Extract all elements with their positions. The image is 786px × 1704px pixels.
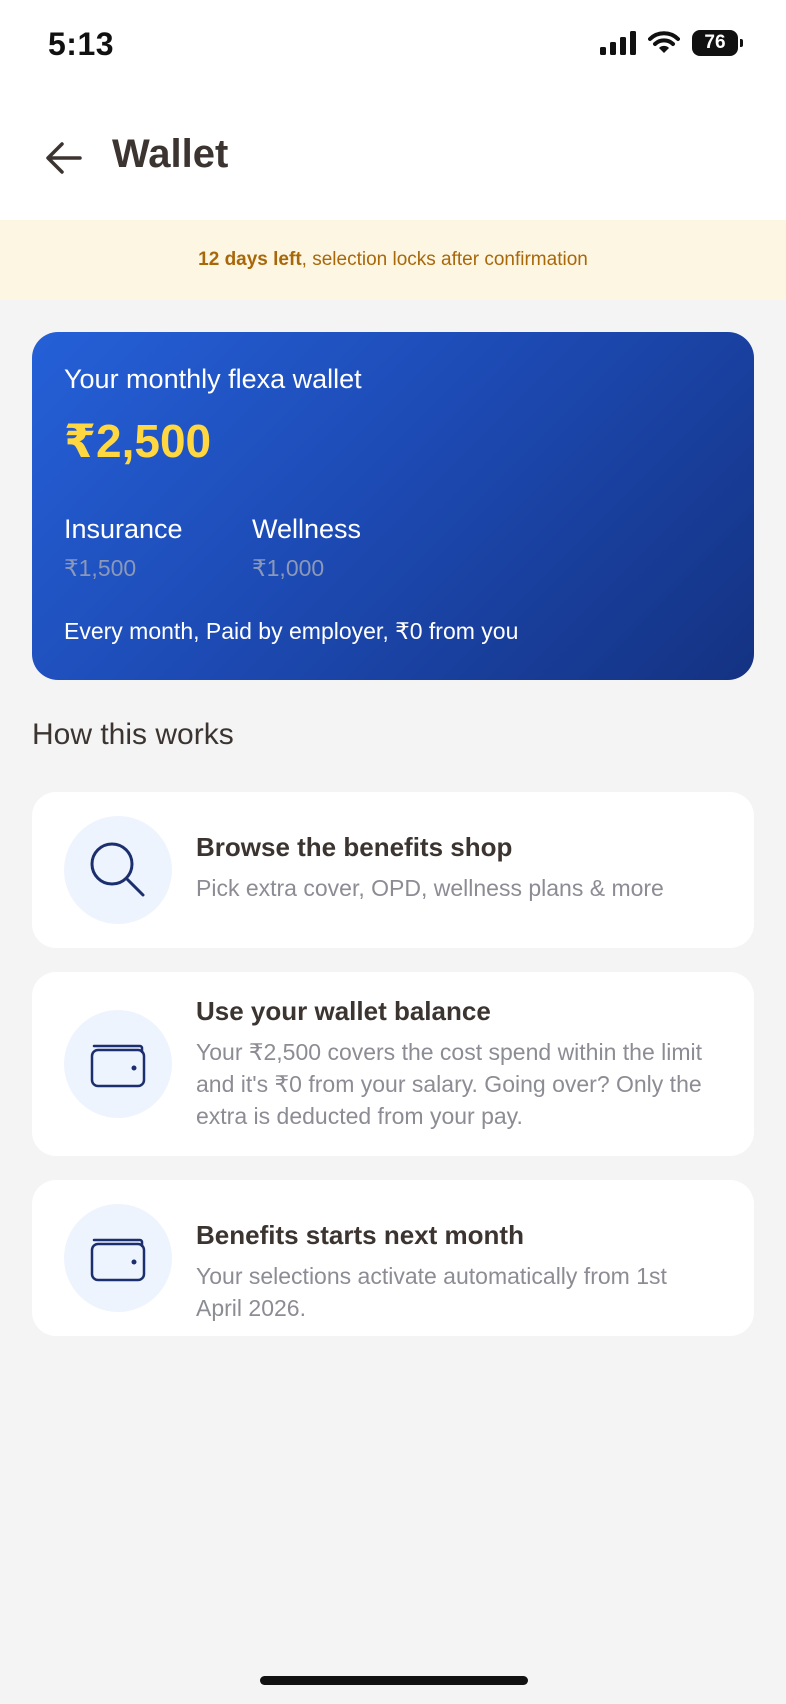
step-title: Benefits starts next month bbox=[196, 1220, 524, 1250]
wallet-amount: ₹2,500 bbox=[64, 415, 212, 467]
wallet-breakdown-insurance: Insurance ₹1,500 bbox=[64, 514, 183, 582]
status-icons: 76 bbox=[600, 30, 743, 56]
page-title: Wallet bbox=[112, 132, 229, 176]
home-indicator[interactable] bbox=[260, 1676, 528, 1685]
back-button[interactable] bbox=[36, 128, 92, 188]
step-description: Your selections activate automatically f… bbox=[196, 1263, 667, 1321]
app-bar: Wallet bbox=[0, 96, 786, 220]
wallet-icon bbox=[64, 1010, 172, 1118]
breakdown-label: Wellness bbox=[252, 514, 362, 544]
step-card-benefits-start: Benefits starts next month Your selectio… bbox=[32, 1180, 754, 1336]
status-time: 5:13 bbox=[48, 26, 115, 62]
step-title: Browse the benefits shop bbox=[196, 832, 513, 862]
cellular-signal-icon bbox=[600, 31, 636, 55]
wifi-icon bbox=[648, 31, 680, 53]
breakdown-value: ₹1,500 bbox=[64, 555, 137, 581]
wallet-icon bbox=[64, 1204, 172, 1312]
step-card-browse: Browse the benefits shop Pick extra cove… bbox=[32, 792, 754, 948]
step-description: Your ₹2,500 covers the cost spend within… bbox=[196, 1039, 702, 1129]
breakdown-value: ₹1,000 bbox=[252, 555, 325, 581]
battery-icon: 76 bbox=[692, 30, 743, 56]
section-title: How this works bbox=[32, 718, 234, 751]
deadline-banner: 12 days left, selection locks after conf… bbox=[0, 220, 786, 300]
wallet-title: Your monthly flexa wallet bbox=[64, 364, 362, 394]
status-bar: 5:13 76 bbox=[0, 0, 786, 96]
arrow-left-icon bbox=[46, 142, 82, 174]
deadline-message: , selection locks after confirmation bbox=[301, 249, 588, 270]
wallet-footer: Every month, Paid by employer, ₹0 from y… bbox=[64, 618, 519, 644]
step-title: Use your wallet balance bbox=[196, 996, 491, 1026]
breakdown-label: Insurance bbox=[64, 514, 183, 544]
wallet-breakdown-wellness: Wellness ₹1,000 bbox=[252, 514, 361, 582]
step-card-wallet-balance: Use your wallet balance Your ₹2,500 cove… bbox=[32, 972, 754, 1156]
wallet-card: Your monthly flexa wallet ₹2,500 Insuran… bbox=[32, 332, 754, 680]
step-description: Pick extra cover, OPD, wellness plans & … bbox=[196, 875, 664, 901]
search-icon bbox=[64, 816, 172, 924]
battery-level: 76 bbox=[704, 32, 726, 53]
deadline-days-left: 12 days left bbox=[198, 249, 302, 270]
